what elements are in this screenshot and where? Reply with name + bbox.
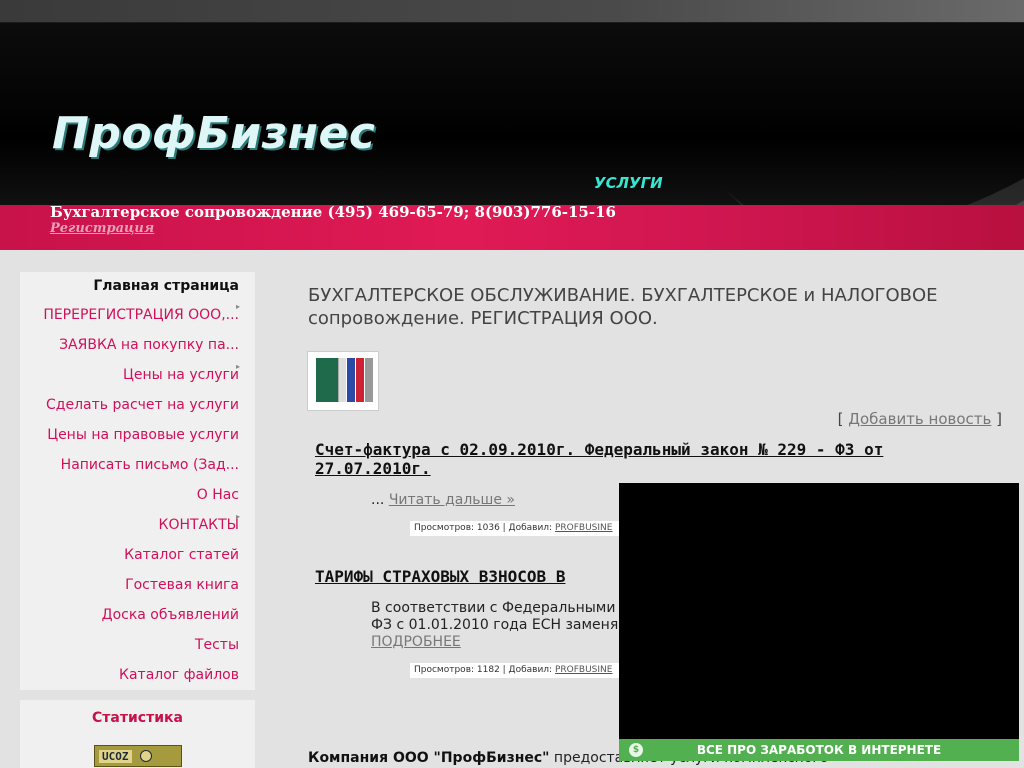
sidebar-item-guestbook[interactable]: Гостевая книга <box>20 570 255 600</box>
sidebar-item-tests[interactable]: Тесты <box>20 630 255 660</box>
binder-graphic <box>316 358 338 402</box>
news-meta: Просмотров: 1036 | Добавил: PROFBUSINE <box>410 521 630 536</box>
dollar-icon: $ <box>629 743 643 757</box>
read-more-link[interactable]: Читать дальше » <box>389 492 515 508</box>
sidebar-item-purchase-request[interactable]: ЗАЯВКА на покупку па... <box>20 330 255 360</box>
company-name: Компания ООО "ПрофБизнес" <box>308 750 550 766</box>
add-news: [ Добавить новость ] <box>838 410 1002 428</box>
ucoz-badge-label: UCOZ <box>99 749 132 763</box>
bracket: ] <box>991 410 1002 428</box>
binders-image <box>307 351 379 411</box>
site-logo[interactable]: ПрофБизнес <box>52 108 375 159</box>
binder-graphic <box>356 358 364 402</box>
author-link[interactable]: PROFBUSINE <box>555 665 613 675</box>
author-link[interactable]: PROFBUSINE <box>555 523 613 533</box>
news-title-line: ТАРИФЫ СТРАХОВЫХ ВЗНОСОВ В <box>315 567 566 586</box>
binder-graphic <box>338 358 346 402</box>
news-title-line: Счет-фактура с 02.09.2010г. Федеральный … <box>315 440 884 459</box>
sidebar-item-label: ПЕРЕРЕГИСТРАЦИЯ ООО,... <box>43 307 239 323</box>
read-more-link[interactable]: ПОДРОБНЕЕ <box>371 634 461 650</box>
sidebar-item-write-letter[interactable]: Написать письмо (Зад... <box>20 450 255 480</box>
stats-title: Статистика <box>92 710 183 726</box>
stats-panel: Статистика UCOZ <box>20 700 255 768</box>
news-excerpt: ... Читать дальше » <box>371 492 515 509</box>
news-title-line: 27.07.2010г. <box>315 459 431 478</box>
sidebar-item-calculate[interactable]: Сделать расчет на услуги <box>20 390 255 420</box>
sidebar-item-articles[interactable]: Каталог статей <box>20 540 255 570</box>
news-meta-text: Просмотров: 1036 | Добавил: <box>414 523 555 533</box>
sidebar-item-contacts[interactable]: КОНТАКТЫ ▸ <box>20 510 255 540</box>
submenu-arrow-icon: ▸ <box>235 362 240 371</box>
sidebar-item-reregistration[interactable]: ПЕРЕРЕГИСТРАЦИЯ ООО,... ▸ <box>20 300 255 330</box>
sidebar-item-prices[interactable]: Цены на услуги ▸ <box>20 360 255 390</box>
bracket: [ <box>837 410 849 428</box>
news-excerpt-line: В соответствии с Федеральными <box>371 600 616 616</box>
sidebar-item-home[interactable]: Главная страница <box>20 272 255 300</box>
binder-graphic <box>365 358 373 402</box>
add-news-link[interactable]: Добавить новость <box>848 410 991 428</box>
page-title: БУХГАЛТЕРСКОЕ ОБСЛУЖИВАНИЕ. БУХГАЛТЕРСКО… <box>308 284 1008 330</box>
page-title-line: БУХГАЛТЕРСКОЕ ОБСЛУЖИВАНИЕ. БУХГАЛТЕРСКО… <box>308 285 938 306</box>
overlay-ad-bar[interactable]: $ ВСЕ ПРО ЗАРАБОТОК В ИНТЕРНЕТЕ <box>619 739 1019 761</box>
services-link[interactable]: УСЛУГИ <box>594 174 663 192</box>
sidebar-item-about[interactable]: О Нас <box>20 480 255 510</box>
page-title-line: сопровождение. РЕГИСТРАЦИЯ ООО. <box>308 308 658 329</box>
sidebar-item-legal-prices[interactable]: Цены на правовые услуги <box>20 420 255 450</box>
sidebar-menu: Главная страница ПЕРЕРЕГИСТРАЦИЯ ООО,...… <box>20 272 255 690</box>
ucoz-badge[interactable]: UCOZ <box>94 745 182 767</box>
overlay-ad-label: ВСЕ ПРО ЗАРАБОТОК В ИНТЕРНЕТЕ <box>696 743 942 757</box>
news-title-link[interactable]: Счет-фактура с 02.09.2010г. Федеральный … <box>315 440 883 478</box>
sidebar-item-label: Цены на услуги <box>123 367 239 383</box>
header-tagline: Бухгалтерское сопровождение (495) 469-65… <box>50 203 616 221</box>
news-meta-text: Просмотров: 1182 | Добавил: <box>414 665 555 675</box>
news-excerpt-line: ФЗ с 01.01.2010 года ЕСН заменя <box>371 617 619 633</box>
video-overlay[interactable] <box>619 483 1019 739</box>
counter-icon <box>139 750 152 762</box>
news-excerpt: В соответствии с Федеральными ФЗ с 01.01… <box>371 600 618 651</box>
sidebar-item-board[interactable]: Доска объявлений <box>20 600 255 630</box>
news-title-link[interactable]: ТАРИФЫ СТРАХОВЫХ ВЗНОСОВ В <box>315 567 565 586</box>
sidebar-item-label: КОНТАКТЫ <box>158 517 239 533</box>
news-ellipsis: ... <box>371 492 389 508</box>
sidebar-item-files[interactable]: Каталог файлов <box>20 660 255 690</box>
submenu-arrow-icon: ▸ <box>235 512 240 521</box>
site-header: ПрофБизнес УСЛУГИ Бухгалтерское сопровож… <box>0 0 1024 250</box>
submenu-arrow-icon: ▸ <box>235 302 240 311</box>
registration-link[interactable]: Регистрация <box>50 221 154 236</box>
binder-graphic <box>347 358 355 402</box>
news-meta: Просмотров: 1182 | Добавил: PROFBUSINE <box>410 663 630 678</box>
